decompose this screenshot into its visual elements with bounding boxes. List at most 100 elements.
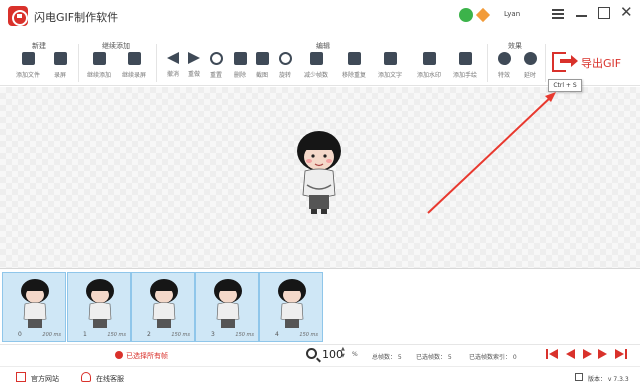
toolbar-divider — [78, 44, 79, 82]
group-label-effects: 效果 — [508, 42, 522, 50]
camera-icon — [127, 52, 141, 65]
step-back-icon — [566, 349, 575, 359]
frame-thumbnail[interactable]: 4 150 ms — [259, 272, 323, 342]
delay-label: 延时 — [523, 72, 536, 79]
add-file-label: 添加文件 — [15, 72, 40, 79]
status-bar: 已选择所有帧 100 ▲ ▼ % 总帧数： 5 已选帧数： 5 已选帧数索引： … — [0, 344, 640, 366]
group-label-new: 新建 — [32, 42, 46, 50]
file-icon — [21, 52, 35, 65]
app-logo-icon — [8, 6, 28, 26]
add-text-button[interactable]: 添加文字 — [374, 52, 406, 79]
website-link[interactable]: 官方网站 — [31, 374, 59, 384]
play-icon — [583, 349, 592, 359]
export-gif-label: 导出GIF — [581, 57, 622, 70]
continue-add-button[interactable]: 继续添加 — [83, 52, 115, 79]
remove-duplicates-button[interactable]: 移除重复 — [338, 52, 370, 79]
remove-duplicates-label: 移除重复 — [341, 72, 366, 79]
frame-duration[interactable]: 200 ms — [42, 332, 61, 338]
wechat-icon[interactable] — [459, 8, 473, 22]
step-forward-icon — [598, 349, 607, 359]
delay-button[interactable]: 延时 — [514, 52, 546, 79]
next-frame-button[interactable] — [598, 349, 610, 360]
pen-icon — [458, 52, 472, 65]
frame-image — [214, 279, 242, 328]
clock-icon — [523, 52, 537, 65]
version-icon — [575, 373, 583, 381]
add-file-button[interactable]: 添加文件 — [12, 52, 44, 79]
effects-icon — [497, 52, 511, 65]
camera-icon — [53, 52, 67, 65]
zoom-unit: % — [352, 351, 358, 358]
selected-frames: 已选帧数： 5 — [416, 354, 452, 361]
refresh-icon — [209, 52, 223, 65]
frame-thumbnail[interactable]: 1 150 ms — [67, 272, 131, 342]
rotate-button[interactable]: 旋转 — [269, 52, 301, 79]
frame-index: 4 — [275, 331, 279, 338]
minimize-icon[interactable] — [576, 15, 587, 17]
close-icon[interactable]: ✕ — [620, 5, 633, 20]
frame-image — [278, 279, 306, 328]
continue-record-label: 继续录屏 — [121, 72, 146, 79]
prev-frame-button[interactable] — [563, 349, 575, 360]
frame-duration[interactable]: 150 ms — [235, 332, 254, 338]
frame-thumbnail[interactable]: 3 150 ms — [195, 272, 259, 342]
toolbar: 新建 继续添加 编辑 效果 添加文件 录屏 继续添加 继续录屏 撤消 重做 重置… — [0, 38, 640, 86]
app-title: 闪电GIF制作软件 — [34, 11, 119, 24]
zoom-value[interactable]: 100 — [322, 348, 343, 361]
frame-image — [150, 279, 178, 328]
zoom-down-icon[interactable]: ▼ — [341, 353, 345, 360]
zoom-up-icon[interactable]: ▲ — [341, 346, 345, 353]
export-arrow-icon — [560, 55, 578, 67]
crop-icon — [255, 52, 269, 65]
record-label: 录屏 — [53, 72, 66, 79]
record-button[interactable]: 录屏 — [44, 52, 76, 79]
reduce-frames-label: 减少帧数 — [303, 72, 328, 79]
support-icon — [81, 372, 91, 382]
frame-index: 2 — [147, 331, 151, 338]
frame-index: 1 — [83, 331, 87, 338]
watermark-icon — [422, 52, 436, 65]
add-handwriting-label: 添加手绘 — [452, 72, 477, 79]
add-text-label: 添加文字 — [377, 72, 402, 79]
frame-index: 3 — [211, 331, 215, 338]
frame-thumbnail[interactable]: 0 200 ms — [2, 272, 66, 342]
group-label-edit: 编辑 — [316, 42, 330, 50]
frame-image — [21, 279, 49, 328]
frame-thumbnail[interactable]: 2 150 ms — [131, 272, 195, 342]
preview-canvas[interactable] — [0, 87, 640, 268]
reduce-frames-button[interactable]: 减少帧数 — [300, 52, 332, 79]
maximize-icon[interactable] — [598, 7, 610, 19]
preview-image — [297, 131, 341, 214]
frame-duration[interactable]: 150 ms — [107, 332, 126, 338]
rotate-icon — [278, 52, 292, 65]
play-button[interactable] — [581, 349, 593, 360]
add-watermark-label: 添加水印 — [416, 72, 441, 79]
trash-icon — [233, 52, 247, 65]
frame-image — [86, 279, 114, 328]
frame-duration[interactable]: 150 ms — [171, 332, 190, 338]
add-handwriting-button[interactable]: 添加手绘 — [449, 52, 481, 79]
group-label-continue: 继续添加 — [102, 42, 130, 50]
title-bar: 闪电GIF制作软件 Lyan ✕ — [0, 0, 640, 33]
footer: 官方网站 在线客服 版本： v 7.3.3 — [0, 366, 640, 389]
version-label: 版本： v 7.3.3 — [588, 376, 629, 383]
frame-duration[interactable]: 150 ms — [299, 332, 318, 338]
vip-icon[interactable] — [475, 7, 491, 23]
first-frame-button[interactable] — [546, 349, 558, 360]
total-frames: 总帧数： 5 — [372, 354, 402, 361]
toolbar-divider — [545, 44, 546, 82]
add-watermark-button[interactable]: 添加水印 — [413, 52, 445, 79]
frame-timeline[interactable]: 0 200 ms 1 150 ms 2 150 ms 3 150 ms 4 15… — [0, 268, 640, 344]
last-frame-button[interactable] — [615, 349, 627, 360]
skip-start-icon — [549, 349, 558, 359]
selected-frame-index: 已选帧数索引： 0 — [469, 354, 517, 361]
menu-icon[interactable] — [552, 9, 564, 19]
zoom-stepper[interactable]: ▲ ▼ — [341, 346, 345, 360]
export-gif-button[interactable]: 导出GIF — [550, 51, 630, 75]
support-link[interactable]: 在线客服 — [96, 374, 124, 384]
monitor-icon — [16, 372, 26, 382]
username[interactable]: Lyan — [504, 10, 520, 18]
select-all-frames-status[interactable]: 已选择所有帧 — [115, 351, 168, 361]
continue-record-button[interactable]: 继续录屏 — [118, 52, 150, 79]
redo-icon — [188, 52, 200, 64]
